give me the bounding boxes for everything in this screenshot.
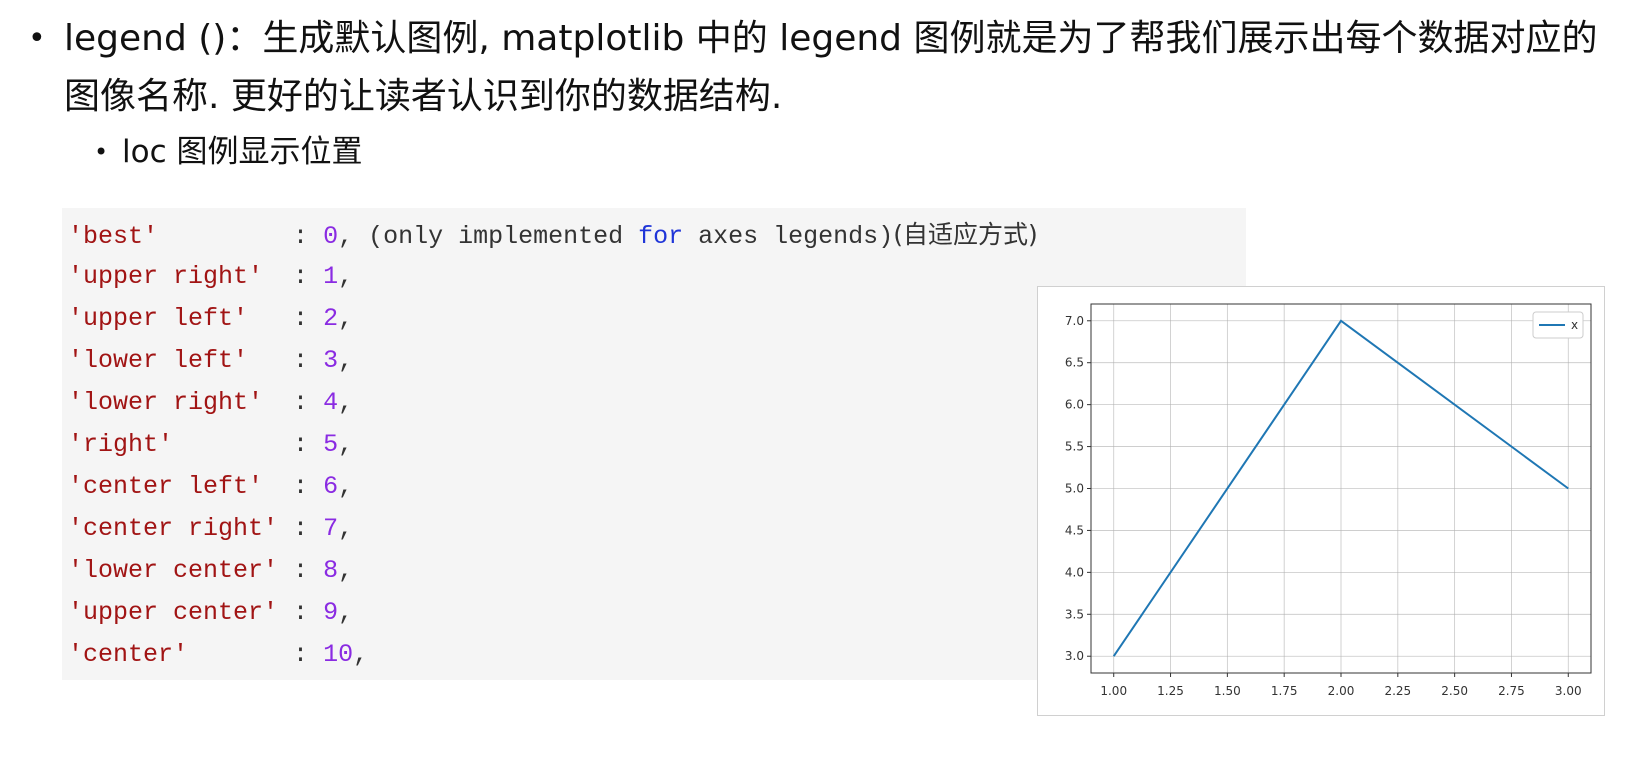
code-token-sep: : [293, 556, 324, 585]
code-token-sep: : [293, 388, 324, 417]
code-token-rest: , [338, 430, 354, 459]
line-chart: 1.00 1.25 1.50 1.75 2.00 2.25 2.50 2.75 3.00 3.0 3… [1065, 303, 1592, 698]
code-line: 'center right' : 7, [68, 508, 353, 550]
code-line: 'best' : 0, (only implemented for axes l… [68, 214, 1038, 256]
x-tick-label: 1.25 [1157, 684, 1184, 698]
y-tick-label: 4.5 [1065, 523, 1084, 537]
y-tick-label: 5.0 [1065, 482, 1084, 496]
code-line: 'lower left' : 3, [68, 340, 353, 382]
code-token-str: 'upper right' [68, 262, 294, 291]
code-token-str: 'lower center' [68, 556, 294, 585]
code-token-str: 'upper left' [68, 304, 294, 333]
code-line: 'right' : 5, [68, 424, 353, 466]
y-tick-label: 6.0 [1065, 398, 1084, 412]
code-token-str: 'right' [68, 430, 294, 459]
code-token-sep: : [293, 430, 324, 459]
code-token-kw: for [638, 222, 684, 251]
code-token-rest: , (only implemented [338, 222, 639, 251]
main-bullet-marker: • [28, 21, 46, 56]
sub-bullet-marker: • [94, 138, 109, 166]
code-line: 'center' : 10, [68, 634, 368, 676]
code-token-sep: : [293, 304, 324, 333]
code-line: 'lower right' : 4, [68, 382, 353, 424]
code-token-sep: : [293, 222, 324, 251]
code-token-sep: : [293, 472, 324, 501]
code-token-str: 'lower left' [68, 346, 294, 375]
code-token-num: 9 [323, 598, 339, 627]
x-tick-label: 1.00 [1100, 684, 1127, 698]
code-token-sep: : [293, 346, 324, 375]
code-token-sep: : [293, 640, 324, 669]
x-tick-label: 2.50 [1441, 684, 1468, 698]
code-token-str: 'upper center' [68, 598, 294, 627]
chart-panel: 1.00 1.25 1.50 1.75 2.00 2.25 2.50 2.75 3.00 3.0 3… [1037, 286, 1605, 716]
y-tick-label: 6.5 [1065, 356, 1084, 370]
code-token-str: 'center left' [68, 472, 294, 501]
code-token-num: 4 [323, 388, 339, 417]
code-line: 'center left' : 6, [68, 466, 353, 508]
code-token-str: 'lower right' [68, 388, 294, 417]
legend-label: x [1571, 318, 1578, 332]
code-token-rest: , [338, 262, 354, 291]
code-token-sep: : [293, 514, 324, 543]
main-bullet-text: legend ()：生成默认图例, matplotlib 中的 legend 图… [64, 18, 1598, 117]
code-token-rest: , [338, 304, 354, 333]
code-token-num: 8 [323, 556, 339, 585]
y-tick-label: 7.0 [1065, 314, 1084, 328]
code-line: 'upper right' : 1, [68, 256, 353, 298]
code-token-rest: , [338, 346, 354, 375]
y-tick-label: 3.0 [1065, 649, 1084, 663]
code-token-rest: , [338, 598, 354, 627]
code-line: 'upper left' : 2, [68, 298, 353, 340]
y-tick-label: 5.5 [1065, 440, 1084, 454]
x-tick-label: 1.75 [1271, 684, 1298, 698]
sub-bullet: • loc 图例显示位置 [94, 128, 994, 176]
x-tick-label: 1.50 [1214, 684, 1241, 698]
code-token-rest: , [338, 388, 354, 417]
sub-bullet-text: loc 图例显示位置 [122, 134, 363, 170]
y-tick-label: 3.5 [1065, 607, 1084, 621]
code-token-sep: : [293, 598, 324, 627]
code-token-str: 'center' [68, 640, 294, 669]
code-token-num: 2 [323, 304, 339, 333]
code-token-str: 'best' [68, 222, 294, 251]
code-token-str: 'center right' [68, 514, 294, 543]
main-bullet: • legend ()：生成默认图例, matplotlib 中的 legend… [28, 10, 1628, 126]
code-token-rest: , [338, 514, 354, 543]
code-token-sep: : [293, 262, 324, 291]
code-token-num: 0 [323, 222, 339, 251]
code-token-rest2: axes legends) [683, 222, 894, 251]
code-token-num: 1 [323, 262, 339, 291]
x-tick-label: 2.25 [1384, 684, 1411, 698]
x-tick-label: 2.00 [1328, 684, 1355, 698]
code-token-rest: , [338, 556, 354, 585]
code-token-rest: , [338, 472, 354, 501]
y-tick-label: 4.0 [1065, 565, 1084, 579]
code-token-num: 5 [323, 430, 339, 459]
code-token-num: 10 [323, 640, 354, 669]
x-tick-label: 2.75 [1498, 684, 1525, 698]
code-line: 'upper center' : 9, [68, 592, 353, 634]
code-token-num: 6 [323, 472, 339, 501]
code-token-han: (自适应方式) [893, 220, 1038, 249]
code-token-num: 3 [323, 346, 339, 375]
x-tick-label: 3.00 [1555, 684, 1582, 698]
code-token-num: 7 [323, 514, 339, 543]
code-token-rest: , [353, 640, 369, 669]
code-line: 'lower center' : 8, [68, 550, 353, 592]
